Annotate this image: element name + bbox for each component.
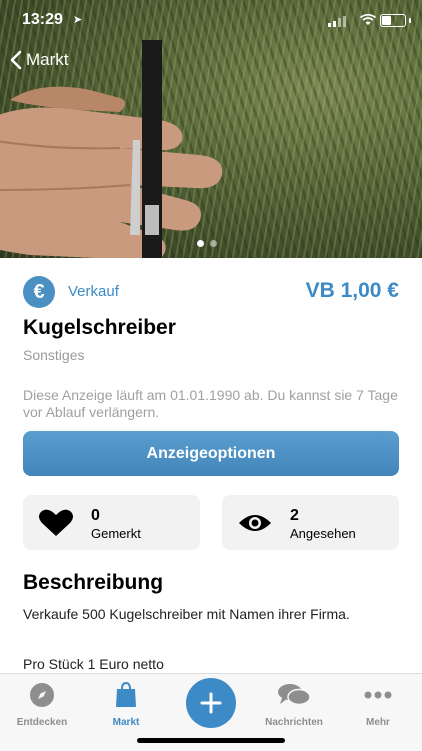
shopping-bag-icon bbox=[116, 681, 136, 707]
euro-icon: € bbox=[23, 276, 55, 308]
tab-label: Entdecken bbox=[16, 717, 68, 728]
compass-icon bbox=[30, 683, 54, 707]
listing-type-label: Verkauf bbox=[68, 283, 119, 300]
add-listing-button[interactable] bbox=[186, 678, 236, 728]
listing-category: Sonstiges bbox=[23, 347, 85, 363]
saved-stat-card: 0 Gemerkt bbox=[23, 495, 200, 550]
description-text: Verkaufe 500 Kugelschreiber mit Namen ih… bbox=[23, 606, 350, 622]
home-indicator bbox=[137, 738, 285, 743]
wifi-icon bbox=[360, 14, 376, 25]
views-count: 2 bbox=[290, 507, 299, 524]
tab-label: Nachrichten bbox=[265, 717, 323, 728]
chat-bubbles-icon bbox=[278, 684, 311, 706]
cellular-signal-icon bbox=[328, 16, 346, 27]
photo-page-indicator[interactable] bbox=[197, 240, 217, 247]
back-button[interactable]: Markt bbox=[10, 50, 69, 70]
tab-entdecken[interactable]: Entdecken bbox=[0, 682, 84, 728]
back-label: Markt bbox=[26, 50, 69, 69]
status-bar: 13:29 ➤ bbox=[0, 0, 422, 44]
listing-price: VB 1,00 € bbox=[305, 279, 399, 302]
views-stat-card: 2 Angesehen bbox=[222, 495, 399, 550]
listing-options-button[interactable]: Anzeigeoptionen bbox=[23, 431, 399, 476]
listing-type-row: € Verkauf VB 1,00 € bbox=[23, 276, 399, 308]
status-time: 13:29 bbox=[22, 11, 63, 28]
tab-markt[interactable]: Markt bbox=[84, 681, 168, 728]
plus-icon bbox=[200, 692, 222, 714]
description-price-note: Pro Stück 1 Euro netto bbox=[23, 656, 164, 672]
page-dot-active bbox=[197, 240, 204, 247]
hand-holding-pen-image bbox=[0, 40, 223, 258]
eye-icon bbox=[239, 515, 271, 531]
page-dot bbox=[210, 240, 217, 247]
chevron-left-icon bbox=[10, 50, 22, 70]
battery-tip bbox=[409, 18, 411, 23]
tab-bar: Entdecken Markt Nachrichten Mehr bbox=[0, 673, 422, 751]
tab-mehr[interactable]: Mehr bbox=[336, 682, 420, 728]
tab-label: Mehr bbox=[366, 717, 390, 728]
views-label: Angesehen bbox=[290, 526, 356, 541]
saved-count: 0 bbox=[91, 507, 100, 524]
more-icon bbox=[364, 691, 392, 699]
location-arrow-icon: ➤ bbox=[73, 14, 83, 26]
battery-icon bbox=[380, 14, 406, 27]
listing-title: Kugelschreiber bbox=[23, 316, 176, 339]
expiry-notice: Diese Anzeige läuft am 01.01.1990 ab. Du… bbox=[23, 387, 398, 420]
description-heading: Beschreibung bbox=[23, 571, 164, 594]
tab-label: Markt bbox=[112, 717, 140, 728]
tab-nachrichten[interactable]: Nachrichten bbox=[252, 682, 336, 728]
heart-icon bbox=[39, 509, 73, 536]
saved-label: Gemerkt bbox=[91, 526, 141, 541]
